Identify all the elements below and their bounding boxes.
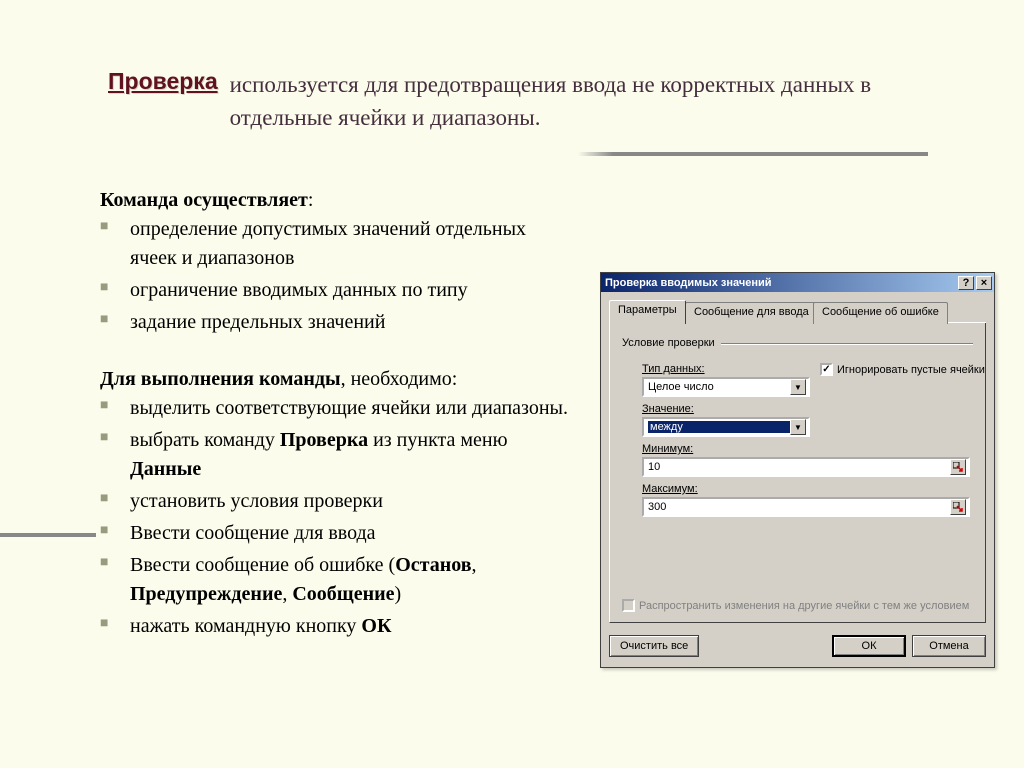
tabs: Параметры Сообщение для ввода Сообщение … — [609, 300, 986, 323]
dialog-titlebar[interactable]: Проверка вводимых значений ? × — [601, 273, 994, 292]
list-item: Ввести сообщение об ошибке (Останов, Пре… — [100, 551, 570, 609]
range-select-icon[interactable] — [950, 499, 966, 515]
divider-top — [578, 152, 928, 156]
help-button[interactable]: ? — [958, 276, 974, 290]
group-label: Условие проверки — [622, 337, 715, 349]
list-item: ограничение вводимых данных по типу — [100, 276, 570, 305]
min-value: 10 — [648, 461, 660, 473]
tab-parameters[interactable]: Параметры — [609, 300, 686, 324]
section2-list: выделить соответствующие ячейки или диап… — [100, 394, 570, 641]
list-item: Ввести сообщение для ввода — [100, 519, 570, 548]
tab-error-message[interactable]: Сообщение об ошибке — [813, 302, 948, 324]
list-item: нажать командную кнопку ОК — [100, 612, 570, 641]
tab-pane-parameters: Условие проверки Тип данных: Целое число… — [609, 323, 986, 623]
validation-dialog: Проверка вводимых значений ? × Параметры… — [600, 272, 995, 668]
max-input[interactable]: 300 — [642, 497, 970, 517]
chevron-down-icon[interactable]: ▼ — [790, 379, 806, 395]
type-label: Тип данных: — [642, 363, 705, 375]
min-input[interactable]: 10 — [642, 457, 970, 477]
ignore-blank-checkbox[interactable]: ✓ — [820, 363, 833, 376]
max-value: 300 — [648, 501, 666, 513]
range-select-icon[interactable] — [950, 459, 966, 475]
divider-left — [0, 533, 96, 537]
chevron-down-icon[interactable]: ▼ — [790, 419, 806, 435]
section2-title: Для выполнения команды, необходимо: — [100, 365, 570, 394]
cancel-button[interactable]: Отмена — [912, 635, 986, 657]
main-content: Команда осуществляет: определение допуст… — [100, 186, 570, 669]
spread-label: Распространить изменения на другие ячейк… — [639, 600, 969, 612]
tab-input-message[interactable]: Сообщение для ввода — [685, 302, 818, 324]
section1-title: Команда осуществляет: — [100, 186, 570, 215]
dialog-title: Проверка вводимых значений — [605, 277, 772, 289]
spread-checkbox — [622, 599, 635, 612]
page-title-link: Проверка — [108, 68, 218, 95]
value-select[interactable]: между ▼ — [642, 417, 810, 437]
min-label: Минимум: — [642, 443, 693, 455]
list-item: выбрать команду Проверка из пункта меню … — [100, 426, 570, 484]
value-value: между — [648, 421, 790, 433]
close-button[interactable]: × — [976, 276, 992, 290]
ignore-blank-label: Игнорировать пустые ячейки — [837, 364, 985, 376]
section1-list: определение допустимых значений отдельны… — [100, 215, 570, 337]
type-select[interactable]: Целое число ▼ — [642, 377, 810, 397]
type-value: Целое число — [648, 381, 714, 393]
value-label: Значение: — [642, 403, 694, 415]
list-item: установить условия проверки — [100, 487, 570, 516]
clear-all-button[interactable]: Очистить все — [609, 635, 699, 657]
max-label: Максимум: — [642, 483, 698, 495]
list-item: задание предельных значений — [100, 308, 570, 337]
list-item: определение допустимых значений отдельны… — [100, 215, 570, 273]
list-item: выделить соответствующие ячейки или диап… — [100, 394, 570, 423]
page-subtitle: используется для предотвращения ввода не… — [230, 68, 964, 135]
ok-button[interactable]: ОК — [832, 635, 906, 657]
